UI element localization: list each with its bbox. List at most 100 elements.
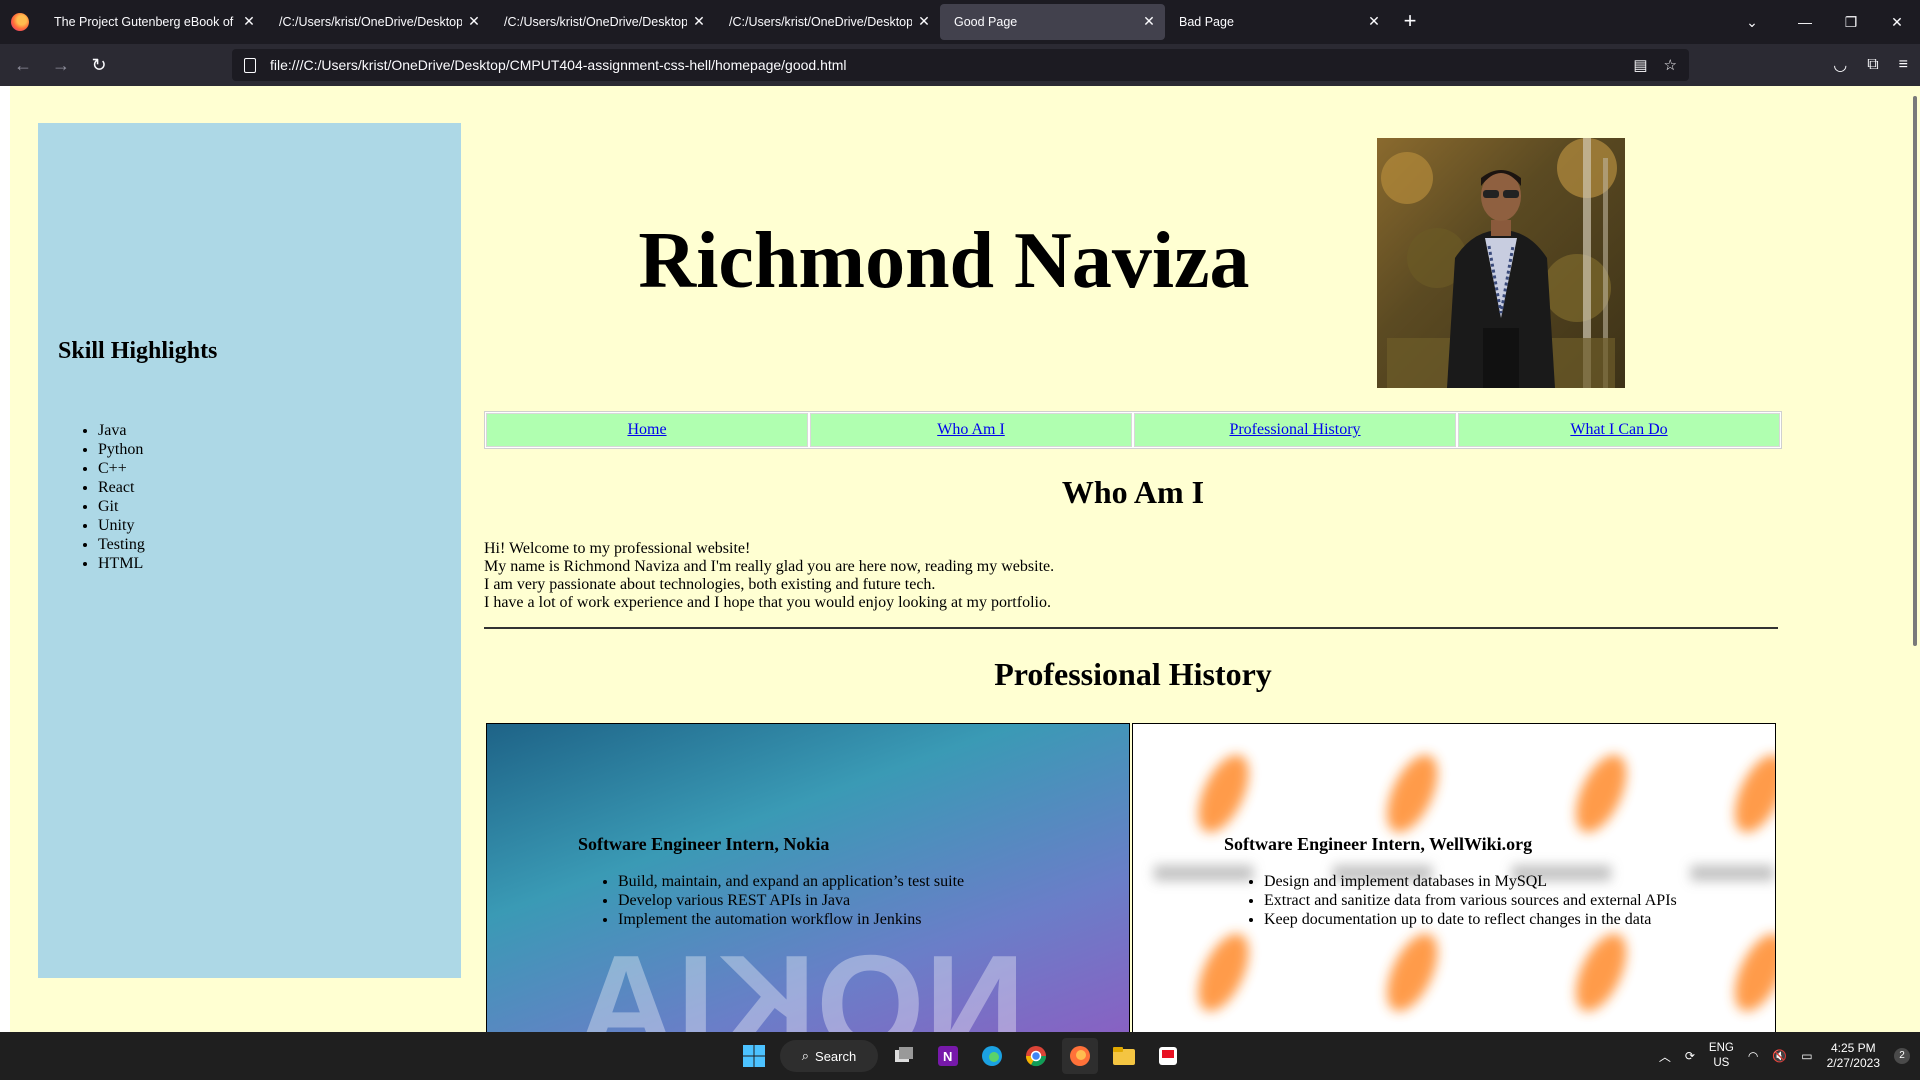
chevron-up-icon[interactable]: ︿ — [1659, 1048, 1671, 1065]
tab-title: /C:/Users/krist/OneDrive/Desktop/C — [504, 15, 687, 29]
close-window-button[interactable]: ✕ — [1874, 0, 1920, 44]
skill-item: HTML — [98, 554, 145, 573]
tab-close-icon[interactable]: ✕ — [916, 13, 932, 29]
intro-line: Hi! Welcome to my professional website! — [484, 540, 751, 557]
job-duty: Keep documentation up to date to reflect… — [1264, 910, 1677, 929]
region-code: US — [1713, 1057, 1730, 1069]
browser-tab[interactable]: /C:/Users/krist/OneDrive/Desktop/C ✕ — [715, 4, 940, 40]
skills-sidebar: Skill Highlights JavaPythonC++ReactGitUn… — [38, 123, 461, 978]
scrollbar-thumb[interactable] — [1913, 96, 1917, 646]
menu-icon[interactable]: ≡ — [1899, 56, 1908, 74]
url-text[interactable]: file:///C:/Users/krist/OneDrive/Desktop/… — [270, 57, 847, 73]
url-bar[interactable]: file:///C:/Users/krist/OneDrive/Desktop/… — [232, 49, 1689, 81]
skills-heading: Skill Highlights — [58, 338, 218, 364]
page-viewport: Skill Highlights JavaPythonC++ReactGitUn… — [0, 86, 1920, 1032]
job-title: Software Engineer Intern, WellWiki.org — [1224, 834, 1533, 854]
taskbar-search-button[interactable]: ⌕ Search — [780, 1040, 878, 1072]
nav-cell-what-i-can-do: What I Can Do — [1458, 413, 1780, 447]
navigation-toolbar: ← → ↻ file:///C:/Users/krist/OneDrive/De… — [0, 44, 1920, 86]
browser-tab[interactable]: Good Page ✕ — [940, 4, 1165, 40]
page-title: Richmond Naviza — [638, 217, 1250, 305]
reload-icon[interactable]: ↻ — [84, 50, 114, 80]
firefox-icon[interactable] — [0, 0, 40, 44]
professional-history-heading: Professional History — [994, 656, 1272, 692]
nav-cell-home: Home — [486, 413, 808, 447]
tab-title: Bad Page — [1179, 15, 1234, 29]
job-duty: Develop various REST APIs in Java — [618, 891, 964, 910]
intro-line: I am very passionate about technologies,… — [484, 576, 936, 593]
section-divider — [484, 627, 1778, 629]
skill-item: Java — [98, 421, 145, 440]
tab-close-icon[interactable]: ✕ — [241, 13, 257, 29]
search-icon: ⌕ — [801, 1048, 810, 1063]
firefox-taskbar-icon[interactable] — [1062, 1038, 1098, 1074]
language-indicator[interactable]: ENG US — [1709, 1041, 1734, 1071]
tab-close-icon[interactable]: ✕ — [691, 13, 707, 29]
battery-icon[interactable]: ▭ — [1801, 1049, 1812, 1063]
onenote-icon[interactable]: N — [930, 1038, 966, 1074]
windows-start-icon[interactable] — [736, 1038, 772, 1074]
file-explorer-icon[interactable] — [1106, 1038, 1142, 1074]
tab-title: Good Page — [954, 15, 1018, 29]
job-card-nokia: NOKIA Software Engineer Intern, Nokia Bu… — [486, 723, 1130, 1032]
notification-badge[interactable]: 2 — [1894, 1048, 1910, 1064]
forward-arrow-icon[interactable]: → — [46, 50, 76, 80]
sync-icon[interactable]: ⟳ — [1685, 1049, 1695, 1063]
nav-link-professional-history[interactable]: Professional History — [1229, 421, 1360, 439]
tab-close-icon[interactable]: ✕ — [466, 13, 482, 29]
speaker-muted-icon[interactable]: 🔇 — [1772, 1049, 1787, 1063]
snipping-tool-icon[interactable] — [1150, 1038, 1186, 1074]
reader-view-icon[interactable]: ▤ — [1633, 56, 1647, 74]
job-title: Software Engineer Intern, Nokia — [578, 834, 830, 854]
job-duty: Build, maintain, and expand an applicati… — [618, 872, 964, 891]
windows-taskbar: ⌕ Search N ︿ ⟳ ENG US ◠ 🔇 ▭ 4:25 PM 2/27… — [0, 1032, 1920, 1080]
browser-tab[interactable]: Bad Page ✕ — [1165, 4, 1390, 40]
job-duty: Design and implement databases in MySQL — [1264, 872, 1677, 891]
job-card-wellwiki: Software Engineer Intern, WellWiki.org D… — [1132, 723, 1776, 1032]
job-duty: Implement the automation workflow in Jen… — [618, 910, 964, 929]
taskbar-search-label: Search — [815, 1048, 857, 1064]
site-navigation: Home Who Am I Professional History What … — [484, 411, 1782, 449]
nav-link-what-i-can-do[interactable]: What I Can Do — [1570, 421, 1667, 439]
job-duties: Build, maintain, and expand an applicati… — [618, 872, 964, 929]
skills-list: JavaPythonC++ReactGitUnityTestingHTML — [98, 421, 145, 573]
tab-close-icon[interactable]: ✕ — [1141, 13, 1157, 29]
list-all-tabs-chevron-icon[interactable]: ⌄ — [1722, 14, 1782, 31]
wifi-icon[interactable]: ◠ — [1748, 1049, 1758, 1063]
browser-tab[interactable]: /C:/Users/krist/OneDrive/Desktop/C ✕ — [490, 4, 715, 40]
skill-item: React — [98, 478, 145, 497]
page-icon — [244, 57, 256, 73]
skill-item: Testing — [98, 535, 145, 554]
nokia-watermark: NOKIA — [576, 926, 1026, 1032]
bookmark-star-icon[interactable]: ☆ — [1664, 56, 1677, 74]
back-arrow-icon[interactable]: ← — [8, 50, 38, 80]
browser-tab[interactable]: The Project Gutenberg eBook of Fra ✕ — [40, 4, 265, 40]
intro-line: I have a lot of work experience and I ho… — [484, 594, 1051, 611]
job-duties: Design and implement databases in MySQL … — [1264, 872, 1677, 929]
minimize-button[interactable]: — — [1782, 0, 1828, 44]
clock[interactable]: 4:25 PM 2/27/2023 — [1827, 1041, 1880, 1071]
browser-tab[interactable]: /C:/Users/krist/OneDrive/Desktop/C ✕ — [265, 4, 490, 40]
chrome-icon[interactable] — [1018, 1038, 1054, 1074]
new-tab-button[interactable]: + — [1394, 6, 1426, 38]
extensions-icon[interactable]: ⧉ — [1867, 56, 1878, 74]
svg-text:N: N — [943, 1049, 952, 1064]
skill-item: Python — [98, 440, 145, 459]
intro-text: Hi! Welcome to my professional website! … — [484, 540, 1054, 612]
skill-item: Git — [98, 497, 145, 516]
tab-title: /C:/Users/krist/OneDrive/Desktop/C — [279, 15, 462, 29]
nav-cell-professional-history: Professional History — [1134, 413, 1456, 447]
nav-link-who-am-i[interactable]: Who Am I — [937, 421, 1005, 439]
nav-link-home[interactable]: Home — [627, 421, 666, 439]
nav-cell-who-am-i: Who Am I — [810, 413, 1132, 447]
page-scrollbar[interactable] — [1908, 86, 1920, 1032]
restore-button[interactable]: ❐ — [1828, 0, 1874, 44]
tab-close-icon[interactable]: ✕ — [1366, 13, 1382, 29]
profile-photo — [1377, 138, 1625, 388]
edge-icon[interactable] — [974, 1038, 1010, 1074]
pocket-icon[interactable]: ◡ — [1833, 55, 1847, 75]
viewport-edge — [0, 86, 10, 1032]
tab-title: /C:/Users/krist/OneDrive/Desktop/C — [729, 15, 912, 29]
language-code: ENG — [1708, 1042, 1734, 1054]
task-view-icon[interactable] — [886, 1038, 922, 1074]
